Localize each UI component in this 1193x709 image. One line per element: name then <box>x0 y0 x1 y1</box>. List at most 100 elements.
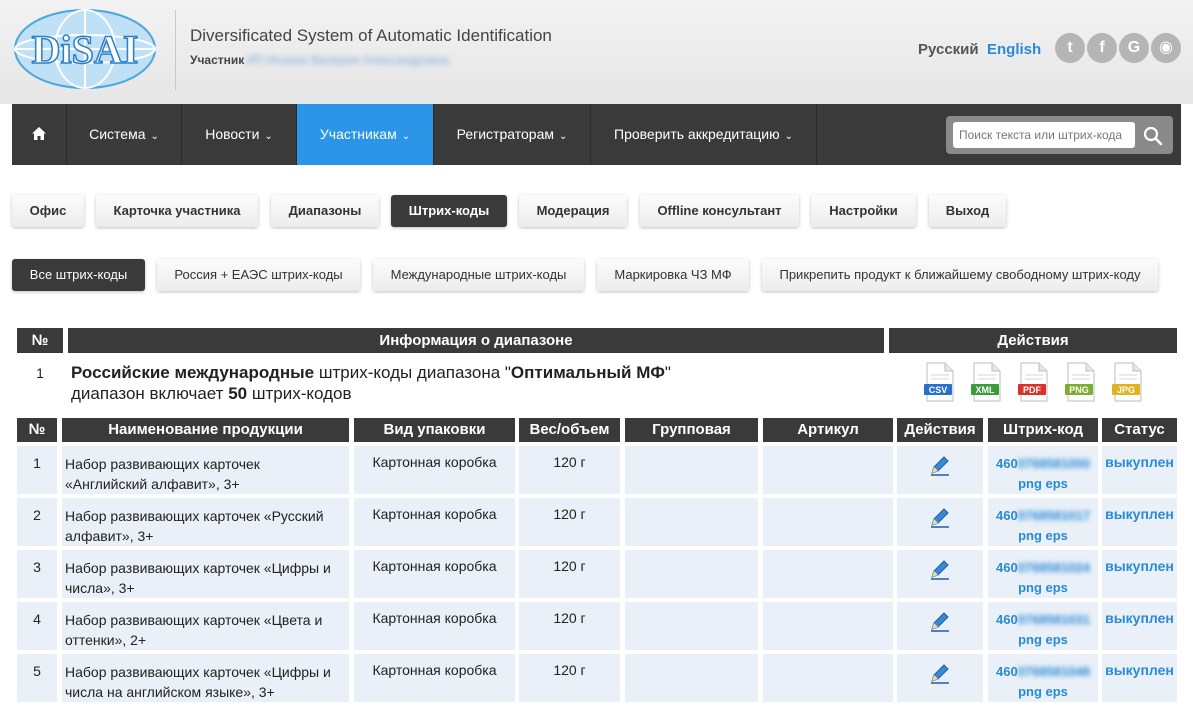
export-jpg-icon[interactable]: JPG <box>1110 362 1144 402</box>
lang-russian[interactable]: Русский <box>918 41 979 58</box>
row-3-article <box>763 550 893 598</box>
nav-check-accreditation[interactable]: Проверить аккредитацию ⌄ <box>591 104 817 165</box>
range-row-num: 1 <box>36 365 44 381</box>
row-3-pack: Картонная коробка <box>354 550 515 598</box>
col-group: Групповая <box>625 418 758 442</box>
row-3-action <box>897 550 983 598</box>
edit-pencil-icon[interactable] <box>929 506 951 528</box>
row-1-weight: 120 г <box>519 446 620 494</box>
tab-moderation[interactable]: Модерация <box>519 195 627 227</box>
nav-participants[interactable]: Участникам ⌄ <box>297 104 434 165</box>
row-1-status[interactable]: выкуплен <box>1102 446 1177 494</box>
chevron-down-icon: ⌄ <box>401 131 411 142</box>
tab-offline-consultant[interactable]: Offline консультант <box>640 195 799 227</box>
range-header-info: Информация о диапазоне <box>68 328 884 353</box>
col-actions: Действия <box>897 418 983 442</box>
nav-home[interactable] <box>12 104 67 165</box>
export-xml-icon[interactable]: XML <box>969 362 1003 402</box>
row-1-num: 1 <box>17 446 57 494</box>
row-5-group <box>625 654 758 702</box>
row-3-status[interactable]: выкуплен <box>1102 550 1177 598</box>
nav-system[interactable]: Система ⌄ <box>67 104 182 165</box>
barcode-download-links[interactable]: png eps <box>988 474 1098 494</box>
edit-pencil-icon[interactable] <box>929 610 951 632</box>
edit-pencil-icon[interactable] <box>929 662 951 684</box>
site-title: Diversificated System of Automatic Ident… <box>190 26 552 45</box>
row-2-status[interactable]: выкуплен <box>1102 498 1177 546</box>
home-icon <box>32 127 46 141</box>
export-pdf-icon[interactable]: PDF <box>1016 362 1050 402</box>
barcode-number-link[interactable]: 4600768581031 <box>988 610 1098 630</box>
header: DiSAI Diversificated System of Automatic… <box>0 0 1193 104</box>
barcode-download-links[interactable]: png eps <box>988 578 1098 598</box>
row-5-num: 5 <box>17 654 57 702</box>
tab-settings[interactable]: Настройки <box>811 195 916 227</box>
barcode-download-links[interactable]: png eps <box>988 630 1098 650</box>
participant-name[interactable]: ИП Исаева Валерия Александровна <box>246 53 449 67</box>
google-icon[interactable]: G <box>1119 33 1149 63</box>
tab-barcodes[interactable]: Штрих-коды <box>391 195 507 227</box>
row-5-article <box>763 654 893 702</box>
subtab-international[interactable]: Международные штрих-коды <box>373 259 584 291</box>
row-3-name: Набор развивающих карточек «Цифры и числ… <box>62 550 349 598</box>
barcode-number-link[interactable]: 4600768581048 <box>988 662 1098 682</box>
row-3-group <box>625 550 758 598</box>
col-num: № <box>17 418 57 442</box>
row-1-article <box>763 446 893 494</box>
main-navbar: Система ⌄ Новости ⌄ Участникам ⌄ Регистрато… <box>12 104 1181 165</box>
col-barcode: Штрих-код <box>988 418 1098 442</box>
row-1-name: Набор развивающих карточек «Английский а… <box>62 446 349 494</box>
facebook-icon[interactable]: f <box>1087 33 1117 63</box>
row-2-action <box>897 498 983 546</box>
subtab-all-barcodes[interactable]: Все штрих-коды <box>12 259 145 291</box>
chevron-down-icon: ⌄ <box>558 131 568 142</box>
participant-info: Участник ИП Исаева Валерия Александровна <box>190 53 449 67</box>
barcode-download-links[interactable]: png eps <box>988 526 1098 546</box>
tab-ranges[interactable]: Диапазоны <box>271 195 379 227</box>
twitter-icon[interactable]: t <box>1055 33 1085 63</box>
barcode-number-link[interactable]: 4600768581024 <box>988 558 1098 578</box>
svg-text:PNG: PNG <box>1069 385 1089 395</box>
participant-label: Участник <box>190 53 245 67</box>
row-5-status[interactable]: выкуплен <box>1102 654 1177 702</box>
row-4-action <box>897 602 983 650</box>
search-icon[interactable] <box>1142 125 1164 147</box>
row-4-article <box>763 602 893 650</box>
barcode-number-link[interactable]: 4600768581017 <box>988 506 1098 526</box>
rss-icon[interactable]: ◉ <box>1151 33 1181 63</box>
row-5-name: Набор развивающих карточек «Цифры и числ… <box>62 654 349 702</box>
col-name: Наименование продукции <box>62 418 349 442</box>
edit-pencil-icon[interactable] <box>929 558 951 580</box>
row-2-barcode: 4600768581017 png eps <box>988 498 1098 546</box>
row-1-barcode: 4600768581000 png eps <box>988 446 1098 494</box>
row-2-num: 2 <box>17 498 57 546</box>
chevron-down-icon: ⌄ <box>150 131 159 142</box>
col-status: Статус <box>1102 418 1177 442</box>
tab-participant-card[interactable]: Карточка участника <box>96 195 258 227</box>
subtab-attach-product[interactable]: Прикрепить продукт к ближайшему свободно… <box>762 259 1158 291</box>
row-2-group <box>625 498 758 546</box>
tab-office[interactable]: Офис <box>12 195 84 227</box>
subtab-russia-eaeu[interactable]: Россия + ЕАЭС штрих-коды <box>157 259 360 291</box>
tab-exit[interactable]: Выход <box>929 195 1006 227</box>
subtab-marking[interactable]: Маркировка ЧЗ МФ <box>597 259 749 291</box>
range-header-actions: Действия <box>889 328 1177 353</box>
row-4-status[interactable]: выкуплен <box>1102 602 1177 650</box>
range-info: Российские международные штрих-коды диап… <box>71 363 671 403</box>
nav-news[interactable]: Новости ⌄ <box>182 104 297 165</box>
export-png-icon[interactable]: PNG <box>1063 362 1097 402</box>
search-input[interactable] <box>953 122 1135 148</box>
barcode-number-link[interactable]: 4600768581000 <box>988 454 1098 474</box>
row-5-pack: Картонная коробка <box>354 654 515 702</box>
edit-pencil-icon[interactable] <box>929 454 951 476</box>
row-3-barcode: 4600768581024 png eps <box>988 550 1098 598</box>
svg-text:XML: XML <box>976 385 996 395</box>
disai-logo[interactable]: DiSAI <box>12 8 158 90</box>
export-csv-icon[interactable]: CSV <box>922 362 956 402</box>
row-4-num: 4 <box>17 602 57 650</box>
search-box <box>946 116 1173 154</box>
nav-registrars[interactable]: Регистраторам ⌄ <box>434 104 591 165</box>
lang-english[interactable]: English <box>987 41 1041 58</box>
barcode-download-links[interactable]: png eps <box>988 682 1098 702</box>
svg-text:JPG: JPG <box>1117 385 1135 395</box>
